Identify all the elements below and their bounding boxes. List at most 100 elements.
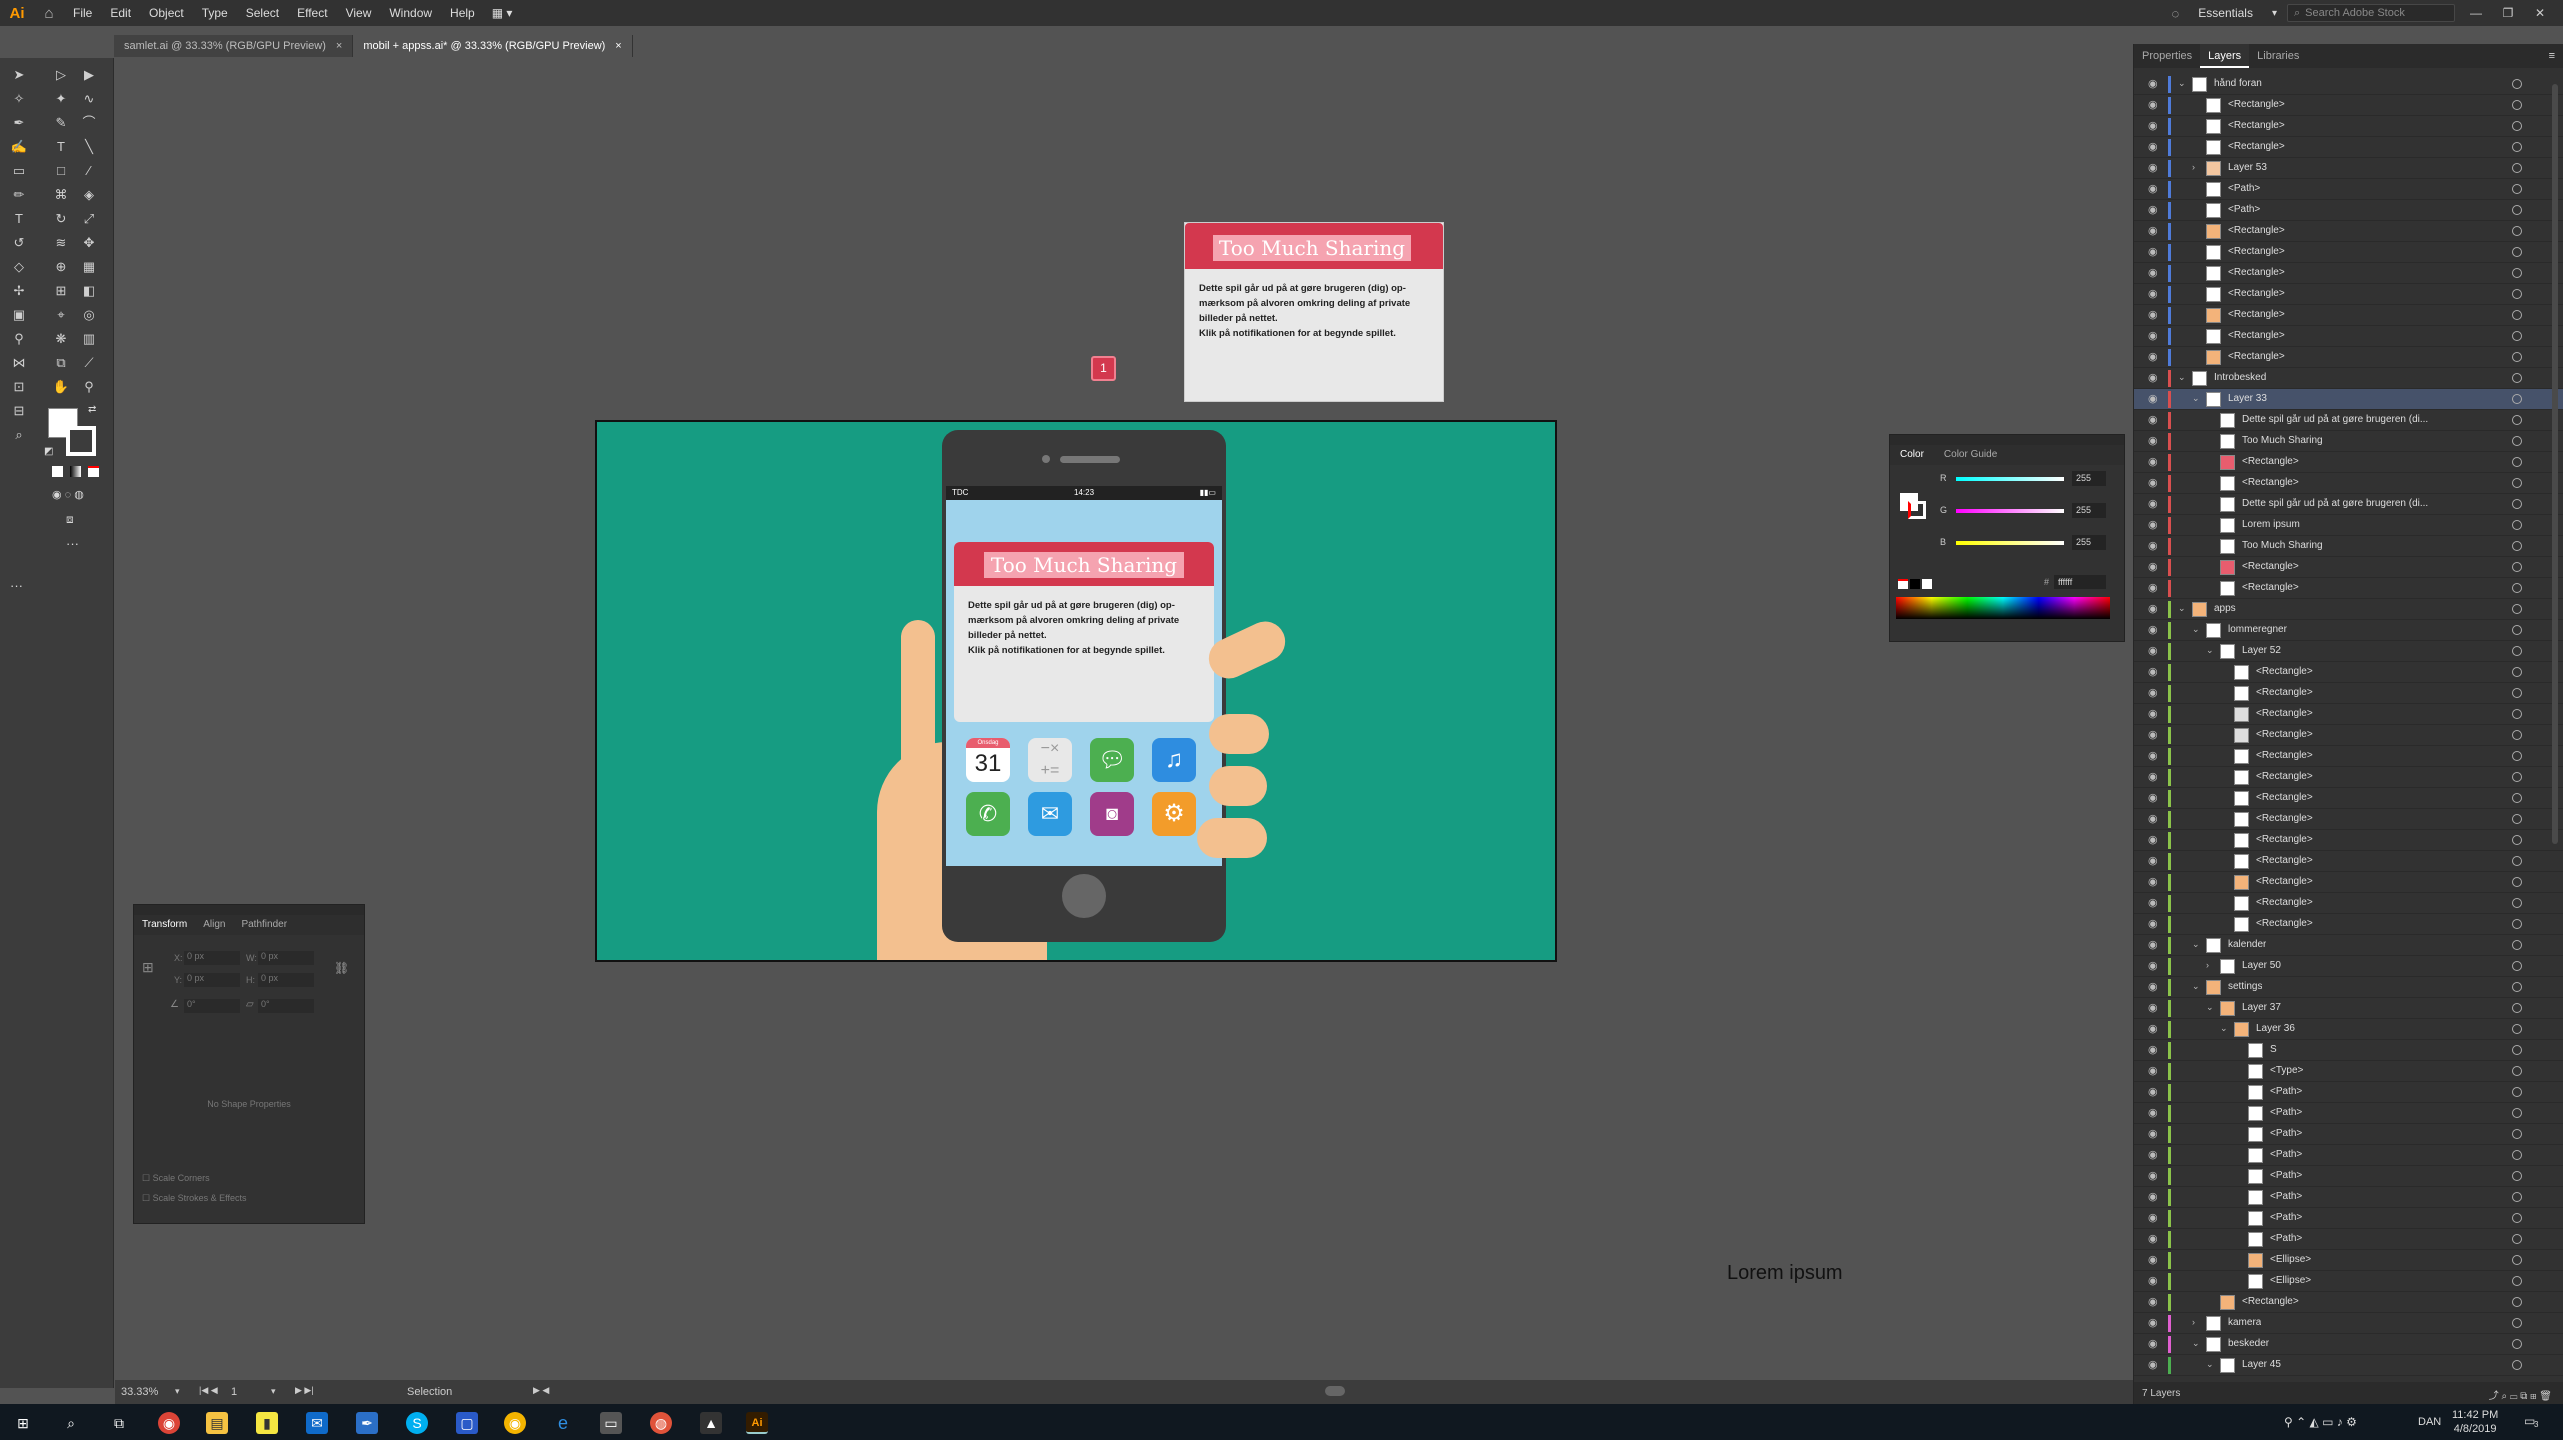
visibility-eye-icon[interactable]: ◉ [2148,582,2160,594]
type-alt-tool-icon[interactable]: T [10,210,28,228]
visibility-eye-icon[interactable]: ◉ [2148,78,2160,90]
layer-row[interactable]: ◉ <Path> [2134,1145,2563,1166]
visibility-eye-icon[interactable]: ◉ [2148,750,2160,762]
curvature-tool-icon[interactable]: ⌒ [80,114,98,132]
target-circle-icon[interactable] [2512,1360,2522,1370]
pen-app-icon[interactable]: ✒ [356,1412,378,1434]
x-field[interactable]: 0 px [184,951,240,965]
target-circle-icon[interactable] [2512,1276,2522,1286]
chrome-alt-icon[interactable]: ◉ [504,1412,526,1434]
status-play-icon[interactable]: ▶ ◀ [533,1385,549,1396]
calendar-app-icon[interactable]: Onsdag 31 [966,738,1010,782]
target-circle-icon[interactable] [2512,982,2522,992]
target-circle-icon[interactable] [2512,247,2522,257]
w-field[interactable]: 0 px [258,951,314,965]
task-view-icon[interactable]: ⧉ [108,1412,130,1434]
constrain-link-icon[interactable]: ⛓ [334,961,349,975]
rectangle-tool-icon[interactable]: ▭ [10,162,28,180]
lorem-ipsum-text[interactable]: Lorem ipsum [1727,1262,1843,1285]
edit-toolbar-icon[interactable]: ··· [10,578,23,593]
draw-mode-icon[interactable]: ◉ ◌ ◍ [52,488,84,501]
visibility-eye-icon[interactable]: ◉ [2148,855,2160,867]
visibility-eye-icon[interactable]: ◉ [2148,225,2160,237]
close-window-button[interactable]: ✕ [2529,6,2551,20]
hex-input[interactable]: ffffff [2054,575,2106,589]
layer-row[interactable]: ◉ <Rectangle> [2134,326,2563,347]
expand-chevron-down-icon[interactable]: ⌄ [2178,603,2188,614]
target-circle-icon[interactable] [2512,1045,2522,1055]
add-anchor-tool-icon[interactable]: ✎ [52,114,70,132]
visibility-eye-icon[interactable]: ◉ [2148,1170,2160,1182]
angle-field[interactable]: 0° [184,999,240,1013]
visibility-eye-icon[interactable]: ◉ [2148,1275,2160,1287]
expand-chevron-down-icon[interactable]: ⌄ [2192,1338,2202,1349]
clock[interactable]: 11:42 PM 4/8/2019 [2452,1408,2498,1436]
phone-notification[interactable]: Too Much Sharing Dette spil går ud på at… [954,542,1214,722]
slice-tool-icon[interactable]: ⟋ [80,354,98,372]
layer-row[interactable]: ◉ <Rectangle> [2134,221,2563,242]
layer-row[interactable]: ◉ ⌄ Layer 45 [2134,1355,2563,1376]
target-circle-icon[interactable] [2512,436,2522,446]
layer-row[interactable]: ◉ <Rectangle> [2134,137,2563,158]
visibility-eye-icon[interactable]: ◉ [2148,456,2160,468]
target-circle-icon[interactable] [2512,688,2522,698]
direct-selection-tool-icon[interactable]: ▷ [52,66,70,84]
expand-chevron-down-icon[interactable]: ⌄ [2192,393,2202,404]
layer-row[interactable]: ◉ <Rectangle> [2134,872,2563,893]
stock-search-input[interactable]: ⌕ Search Adobe Stock [2287,4,2455,22]
lightbulb-icon[interactable]: ◌ [2172,6,2180,21]
stroke-swatch[interactable] [66,426,96,456]
visibility-eye-icon[interactable]: ◉ [2148,162,2160,174]
visibility-eye-icon[interactable]: ◉ [2148,1149,2160,1161]
visibility-eye-icon[interactable]: ◉ [2148,183,2160,195]
layer-row[interactable]: ◉ <Path> [2134,200,2563,221]
target-circle-icon[interactable] [2512,478,2522,488]
artboard-alt-tool-icon[interactable]: ⊟ [10,402,28,420]
hand-tool-icon[interactable]: ✋ [52,378,70,396]
canvas-area[interactable]: Too Much Sharing Dette spil går ud på at… [115,58,2133,1380]
tab-libraries[interactable]: Libraries [2249,44,2307,68]
paintbrush-tool-icon[interactable]: ⁄ [80,162,98,180]
expand-chevron-down-icon[interactable]: ⌄ [2192,939,2202,950]
arrange-documents-icon[interactable]: ▦ ▾ [492,6,513,20]
target-circle-icon[interactable] [2512,184,2522,194]
paint-icon[interactable]: ◍ [650,1412,672,1434]
layer-row[interactable]: ◉ ⌄ lommeregner [2134,620,2563,641]
r-slider[interactable] [1956,477,2064,481]
visibility-eye-icon[interactable]: ◉ [2148,1002,2160,1014]
more-tools-icon[interactable]: ··· [66,536,79,551]
layer-row[interactable]: ◉ <Ellipse> [2134,1271,2563,1292]
visibility-eye-icon[interactable]: ◉ [2148,498,2160,510]
layer-row[interactable]: ◉ <Rectangle> [2134,767,2563,788]
menu-object[interactable]: Object [140,0,193,26]
layer-row[interactable]: ◉ <Rectangle> [2134,473,2563,494]
target-circle-icon[interactable] [2512,457,2522,467]
home-icon[interactable]: ⌂ [34,5,64,22]
visibility-eye-icon[interactable]: ◉ [2148,1065,2160,1077]
target-circle-icon[interactable] [2512,394,2522,404]
expand-chevron-right-icon[interactable]: › [2192,1317,2202,1327]
visibility-eye-icon[interactable]: ◉ [2148,813,2160,825]
sticky-notes-icon[interactable]: ▮ [256,1412,278,1434]
layer-row[interactable]: ◉ <Rectangle> [2134,893,2563,914]
layer-row[interactable]: ◉ <Rectangle> [2134,725,2563,746]
menu-type[interactable]: Type [193,0,237,26]
skype-icon[interactable]: S [406,1412,428,1434]
target-circle-icon[interactable] [2512,1024,2522,1034]
target-circle-icon[interactable] [2512,940,2522,950]
layer-row[interactable]: ◉ ⌄ Introbesked [2134,368,2563,389]
b-value[interactable]: 255 [2072,535,2106,550]
taskbar-search-icon[interactable]: ⌕ [60,1412,82,1434]
target-circle-icon[interactable] [2512,142,2522,152]
gradient-tool-icon[interactable]: ◧ [80,282,98,300]
scale-tool-icon[interactable]: ⤢ [80,210,98,228]
visibility-eye-icon[interactable]: ◉ [2148,1107,2160,1119]
artboard-number[interactable]: 1 [231,1386,237,1398]
mail-app-icon[interactable]: ✉ [1028,792,1072,836]
visibility-eye-icon[interactable]: ◉ [2148,288,2160,300]
expand-chevron-down-icon[interactable]: ⌄ [2178,372,2188,383]
artboard-tool-icon[interactable]: ⧉ [52,354,70,372]
file-explorer-icon[interactable]: ▤ [206,1412,228,1434]
target-circle-icon[interactable] [2512,289,2522,299]
layer-row[interactable]: ◉ <Rectangle> [2134,305,2563,326]
